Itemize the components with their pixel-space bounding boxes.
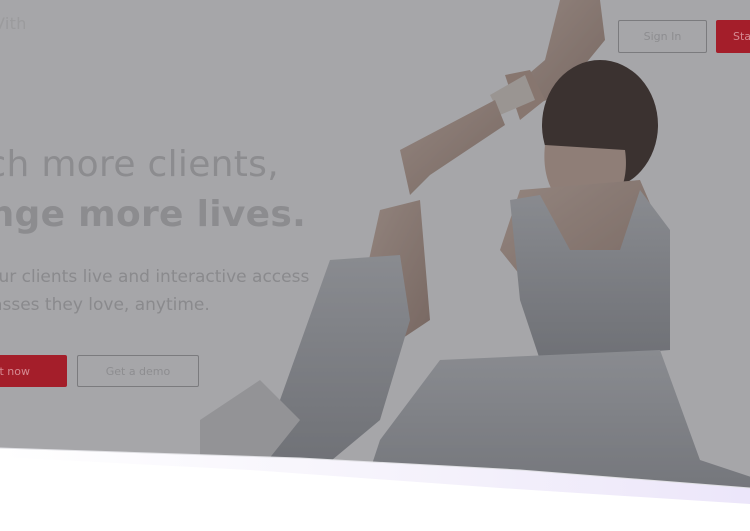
- hero-section: Vith Sign In Sta ach more clients, ange …: [0, 0, 750, 531]
- section-divider-wave: [0, 447, 750, 531]
